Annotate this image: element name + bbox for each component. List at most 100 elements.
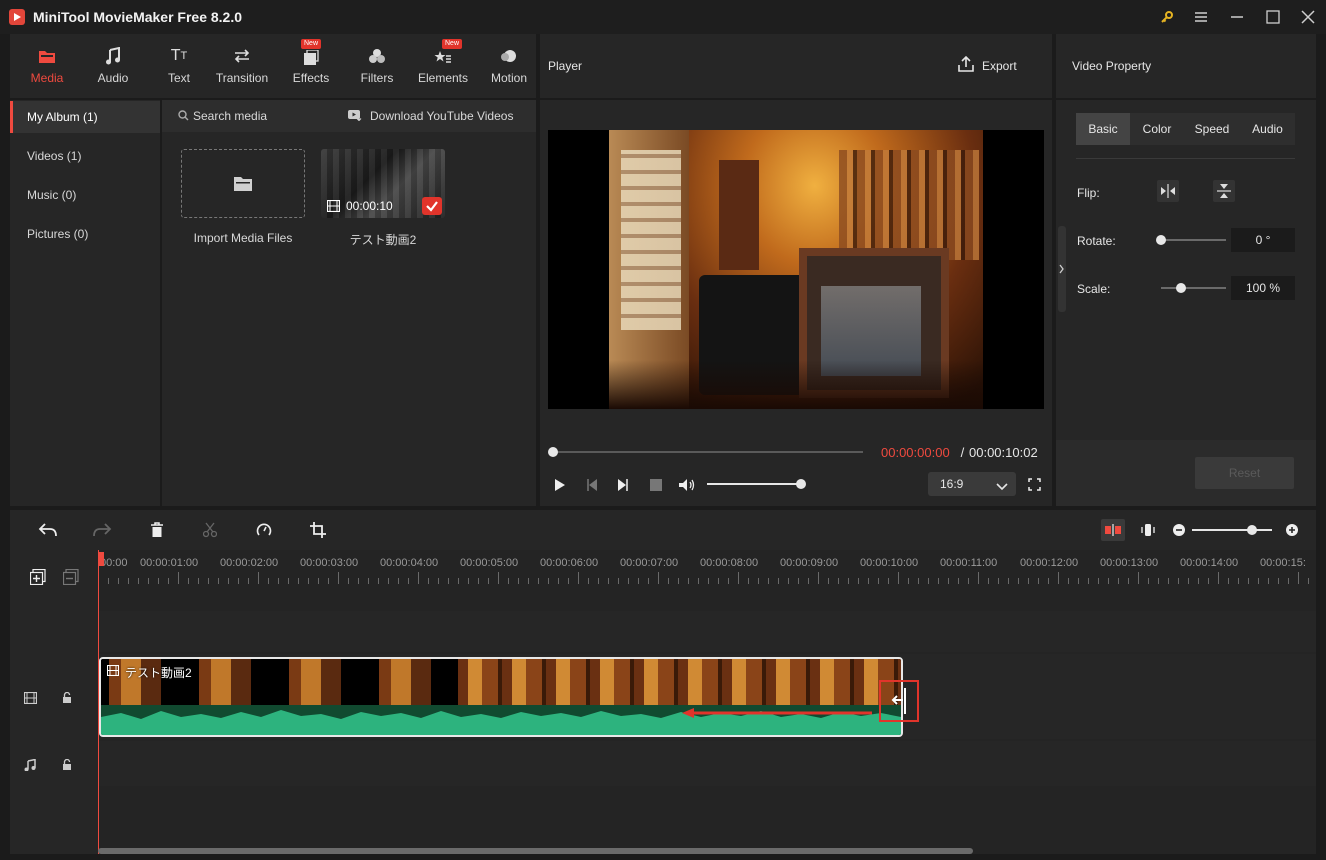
tab-media[interactable]: Media [14,34,80,98]
empty-track-lane [98,611,1316,652]
flip-horizontal-icon[interactable] [1157,180,1179,202]
collapse-handle[interactable] [1058,226,1066,312]
rotate-input[interactable]: 0 ° [1231,228,1295,252]
crop-icon[interactable] [308,520,328,540]
tab-transition[interactable]: Transition [209,34,275,98]
album-item-videos[interactable]: Videos (1) [10,140,160,172]
next-frame-icon[interactable] [613,475,633,495]
volume-slider-track[interactable] [707,483,801,485]
close-icon[interactable] [1297,6,1319,28]
redo-icon[interactable] [91,520,113,540]
download-youtube-button[interactable]: Download YouTube Videos [370,109,513,123]
tab-effects-label: Effects [292,71,330,85]
fullscreen-icon[interactable] [1025,475,1043,493]
timeline-scrollbar[interactable] [98,848,973,854]
album-item-music[interactable]: Music (0) [10,179,160,211]
app-logo-icon [9,9,25,25]
media-clip-thumbnail[interactable]: 00:00:10 [321,149,445,218]
video-preview[interactable] [548,130,1044,409]
remove-track-icon[interactable] [61,567,81,587]
undo-icon[interactable] [37,520,59,540]
tab-speed[interactable]: Speed [1184,113,1240,145]
property-title: Video Property [1072,59,1152,73]
playhead-handle[interactable] [98,552,104,566]
total-time: 00:00:10:02 [969,445,1038,460]
flip-label: Flip: [1077,186,1100,200]
player-title: Player [548,59,583,73]
snap-magnet-icon[interactable] [1101,519,1125,541]
tab-audio-prop[interactable]: Audio [1240,113,1295,145]
import-media-button[interactable] [181,149,305,218]
maximize-icon[interactable] [1262,6,1284,28]
scale-slider-track[interactable] [1161,287,1226,289]
split-scissors-icon[interactable] [200,520,220,540]
tab-elements[interactable]: New Elements [410,34,476,98]
player-progress-track[interactable] [553,451,863,453]
transition-arrows-icon [209,46,275,66]
ruler-label: 00:00:14:00 [1180,557,1239,569]
search-media-input[interactable]: Search media [193,109,267,123]
tab-media-label: Media [30,71,64,85]
tab-audio[interactable]: Audio [80,34,146,98]
zoom-out-icon[interactable] [1172,523,1186,537]
selected-check-icon[interactable] [422,197,442,215]
timeline-ruler[interactable]: 00:00 00:00:01:00 00:00:02:00 00:00:03:00 00… [98,550,1316,590]
music-note-icon [80,46,146,66]
export-icon[interactable] [958,55,974,76]
lock-icon[interactable] [58,756,76,774]
fit-timeline-icon[interactable] [1137,519,1159,541]
volume-icon[interactable] [677,475,697,495]
tab-color[interactable]: Color [1130,113,1184,145]
trim-handle-highlight[interactable] [879,680,919,722]
rotate-slider-track[interactable] [1161,239,1226,241]
speed-icon[interactable] [254,520,274,540]
album-item-my-album[interactable]: My Album (1) [10,101,160,133]
add-track-icon[interactable] [28,567,48,587]
video-clip[interactable]: テスト動画2 [99,657,903,737]
zoom-slider-thumb[interactable] [1247,525,1257,535]
reset-button[interactable]: Reset [1195,457,1294,489]
player-panel: Player Export 00:00:00:00 / 00:00:10:02 [540,34,1052,506]
ruler-label: 00:00:06:00 [540,557,599,569]
play-icon[interactable] [550,475,570,495]
export-button[interactable]: Export [982,59,1017,73]
previous-frame-icon[interactable] [582,475,602,495]
ruler-label: 00:00:08:00 [700,557,759,569]
tab-basic[interactable]: Basic [1076,113,1130,145]
scale-slider-thumb[interactable] [1175,283,1186,293]
minimize-icon[interactable] [1226,6,1248,28]
flip-vertical-icon[interactable] [1213,180,1235,202]
key-icon[interactable] [1156,6,1178,28]
scale-input[interactable]: 100 % [1231,276,1295,300]
tab-filters[interactable]: Filters [344,34,410,98]
zoom-in-icon[interactable] [1285,523,1299,537]
album-item-pictures[interactable]: Pictures (0) [10,218,160,250]
volume-slider-thumb[interactable] [796,479,806,489]
ruler-ticks [98,572,1309,584]
tab-text[interactable]: TT Text [146,34,212,98]
delete-icon[interactable] [147,520,167,540]
lock-icon[interactable] [58,689,76,707]
elements-icon [410,46,476,66]
track-headers [10,550,98,854]
aspect-ratio-select[interactable]: 16:9 [928,472,1016,496]
tab-effects[interactable]: New Effects [278,34,344,98]
playhead-line[interactable] [98,550,99,854]
scene-bookshelf [839,150,979,260]
tab-motion[interactable]: Motion [476,34,542,98]
ruler-label: 00:00:05:00 [460,557,519,569]
media-search-bar: Search media Download YouTube Videos [162,100,536,132]
album-sidebar: My Album (1) Videos (1) Music (0) Pictur… [10,100,160,506]
menu-icon[interactable] [1190,6,1212,28]
player-progress-thumb[interactable] [548,447,558,457]
divider [1056,98,1316,100]
youtube-download-icon[interactable] [348,109,362,124]
stop-icon[interactable] [646,475,666,495]
rotate-label: Rotate: [1077,234,1116,248]
rotate-slider-thumb[interactable] [1156,235,1166,245]
tab-elements-label: Elements [417,71,469,85]
folder-icon [233,175,253,195]
ruler-label: 00:00 [100,557,128,569]
chevron-down-icon [996,480,1008,494]
zoom-slider-track[interactable] [1192,529,1272,531]
